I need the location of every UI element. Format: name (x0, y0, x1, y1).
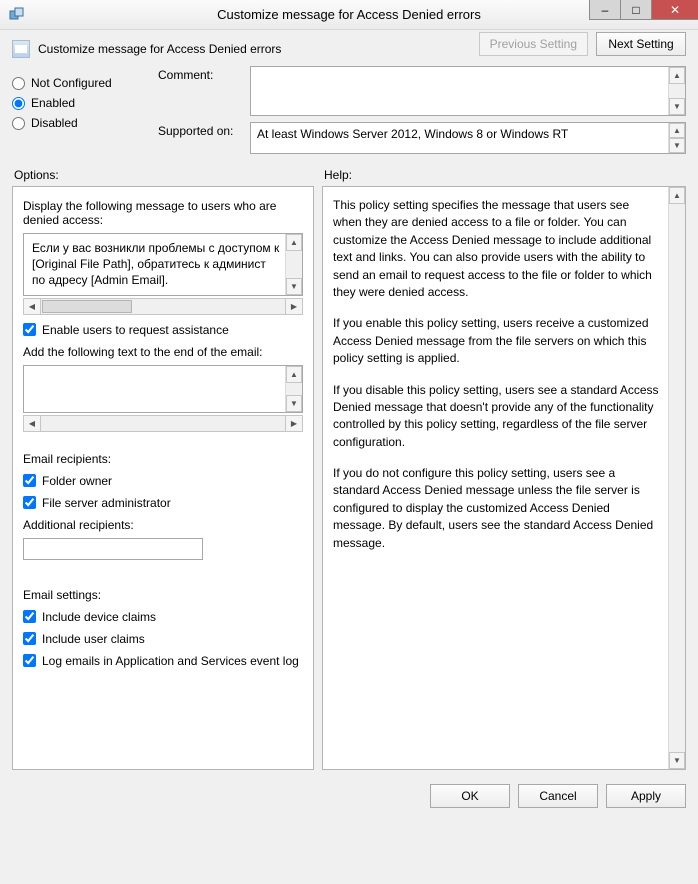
help-paragraph: If you do not configure this policy sett… (333, 465, 661, 552)
append-email-label: Add the following text to the end of the… (23, 345, 303, 359)
supported-row: Supported on: At least Windows Server 20… (158, 122, 686, 154)
display-message-hscroll[interactable]: ◀ ▶ (23, 298, 303, 315)
email-settings-label: Email settings: (23, 588, 303, 602)
help-scrollbar[interactable]: ▲ ▼ (668, 187, 685, 769)
window-icon (0, 7, 34, 23)
display-message-textarea[interactable]: Если у вас возникли проблемы с доступом … (23, 233, 303, 296)
cancel-button[interactable]: Cancel (518, 784, 598, 808)
options-pane-label: Options: (12, 162, 314, 186)
append-email-hscroll[interactable]: ◀ ▶ (23, 415, 303, 432)
append-email-textarea[interactable]: ▲ ▼ (23, 365, 303, 413)
scroll-down-icon[interactable]: ▼ (286, 395, 302, 412)
radio-disabled[interactable]: Disabled (12, 116, 142, 130)
folder-owner-checkbox[interactable]: Folder owner (23, 474, 303, 488)
scroll-up-icon[interactable]: ▲ (669, 187, 685, 204)
additional-recipients-input[interactable] (23, 538, 203, 560)
scroll-up-icon[interactable]: ▲ (286, 366, 302, 383)
scroll-left-icon[interactable]: ◀ (24, 299, 41, 314)
include-device-input[interactable] (23, 610, 36, 623)
radio-not-configured[interactable]: Not Configured (12, 76, 142, 90)
scroll-up-icon[interactable]: ▲ (669, 123, 685, 138)
enable-request-checkbox[interactable]: Enable users to request assistance (23, 323, 303, 337)
minimize-button[interactable]: – (589, 0, 621, 20)
comment-scrollbar[interactable]: ▲ ▼ (668, 67, 685, 115)
supported-scrollbar[interactable]: ▲ ▼ (668, 123, 685, 153)
subheader-title: Customize message for Access Denied erro… (38, 42, 281, 56)
comment-label: Comment: (158, 66, 244, 82)
display-message-label: Display the following message to users w… (23, 199, 303, 227)
supported-label: Supported on: (158, 122, 244, 138)
window-controls: – □ ✕ (589, 0, 698, 29)
scroll-right-icon[interactable]: ▶ (285, 299, 302, 314)
close-button[interactable]: ✕ (651, 0, 698, 20)
scroll-up-icon[interactable]: ▲ (669, 67, 685, 84)
policy-icon (12, 40, 30, 58)
additional-recipients-label: Additional recipients: (23, 518, 303, 532)
include-user-input[interactable] (23, 632, 36, 645)
form-grid: Comment: ▲ ▼ Supported on: At least Wind… (158, 66, 686, 154)
help-pane-label: Help: (322, 162, 686, 186)
apply-button[interactable]: Apply (606, 784, 686, 808)
scroll-down-icon[interactable]: ▼ (669, 98, 685, 115)
scroll-up-icon[interactable]: ▲ (286, 234, 302, 251)
include-user-checkbox[interactable]: Include user claims (23, 632, 303, 646)
help-pane: This policy setting specifies the messag… (322, 186, 686, 770)
options-pane: Display the following message to users w… (12, 186, 314, 770)
comment-input[interactable]: ▲ ▼ (250, 66, 686, 116)
scroll-left-icon[interactable]: ◀ (24, 416, 41, 431)
log-emails-input[interactable] (23, 654, 36, 667)
fs-admin-input[interactable] (23, 496, 36, 509)
state-radios: Not Configured Enabled Disabled (12, 66, 142, 154)
ok-button[interactable]: OK (430, 784, 510, 808)
append-email-vscroll[interactable]: ▲ ▼ (285, 366, 302, 412)
supported-input: At least Windows Server 2012, Windows 8 … (250, 122, 686, 154)
radio-enabled[interactable]: Enabled (12, 96, 142, 110)
fs-admin-checkbox[interactable]: File server administrator (23, 496, 303, 510)
recipients-label: Email recipients: (23, 452, 303, 466)
upper-section: Not Configured Enabled Disabled Comment:… (0, 66, 698, 162)
radio-not-configured-input[interactable] (12, 77, 25, 90)
radio-enabled-input[interactable] (12, 97, 25, 110)
panes: Display the following message to users w… (0, 186, 698, 770)
log-emails-checkbox[interactable]: Log emails in Application and Services e… (23, 654, 303, 668)
scroll-down-icon[interactable]: ▼ (669, 752, 685, 769)
scroll-down-icon[interactable]: ▼ (286, 278, 302, 295)
include-device-checkbox[interactable]: Include device claims (23, 610, 303, 624)
title-bar: Customize message for Access Denied erro… (0, 0, 698, 30)
comment-row: Comment: ▲ ▼ (158, 66, 686, 116)
previous-setting-button[interactable]: Previous Setting (479, 32, 588, 56)
scroll-right-icon[interactable]: ▶ (285, 416, 302, 431)
help-paragraph: This policy setting specifies the messag… (333, 197, 661, 301)
scroll-down-icon[interactable]: ▼ (669, 138, 685, 153)
hscroll-thumb[interactable] (42, 300, 132, 313)
enable-request-input[interactable] (23, 323, 36, 336)
help-paragraph: If you enable this policy setting, users… (333, 315, 661, 367)
next-setting-button[interactable]: Next Setting (596, 32, 686, 56)
help-paragraph: If you disable this policy setting, user… (333, 382, 661, 452)
footer: OK Cancel Apply (0, 770, 698, 820)
maximize-button[interactable]: □ (620, 0, 652, 20)
folder-owner-input[interactable] (23, 474, 36, 487)
display-message-vscroll[interactable]: ▲ ▼ (285, 234, 302, 295)
radio-disabled-input[interactable] (12, 117, 25, 130)
